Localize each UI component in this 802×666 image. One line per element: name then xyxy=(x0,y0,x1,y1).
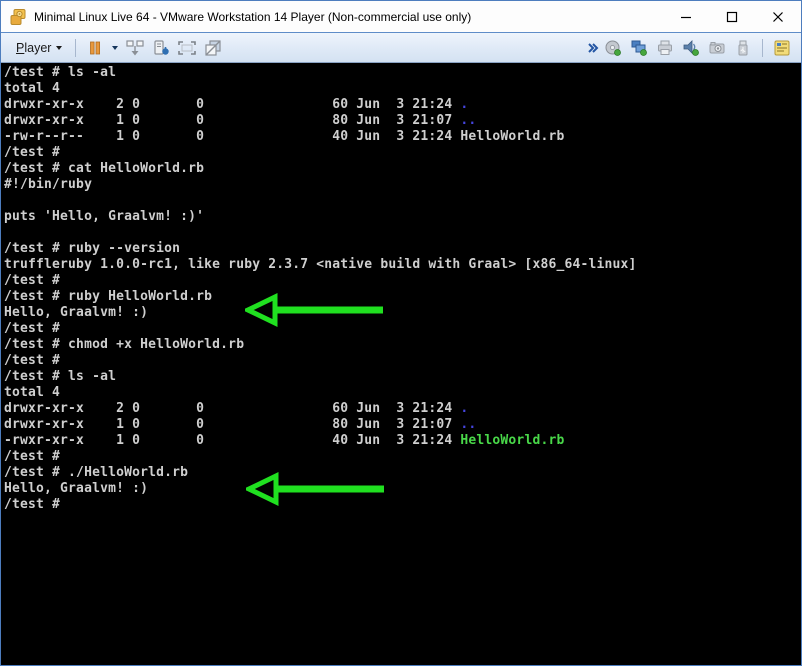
unity-mode-icon xyxy=(204,39,222,57)
fullscreen-icon xyxy=(177,40,197,56)
suspend-dropdown[interactable] xyxy=(108,36,122,60)
usb-icon xyxy=(734,39,752,57)
guest-console[interactable]: /test # ls -altotal 4drwxr-xr-x 2 0 0 60… xyxy=(1,63,801,665)
terminal-line: /test # xyxy=(4,497,801,513)
vmware-player-icon xyxy=(9,8,27,26)
vmware-player-window: Minimal Linux Live 64 - VMware Workstati… xyxy=(0,0,802,666)
network-display-device-button[interactable] xyxy=(626,36,652,60)
usb-device-button[interactable] xyxy=(730,36,756,60)
minimize-button[interactable] xyxy=(663,1,709,32)
terminal-line: drwxr-xr-x 1 0 0 80 Jun 3 21:07 .. xyxy=(4,417,801,433)
terminal-line: /test # xyxy=(4,449,801,465)
maximize-button[interactable] xyxy=(709,1,755,32)
toolbar-separator xyxy=(762,39,763,57)
terminal-line: /test # ruby HelloWorld.rb xyxy=(4,289,801,305)
terminal-line: drwxr-xr-x 2 0 0 60 Jun 3 21:24 . xyxy=(4,401,801,417)
maximize-icon xyxy=(726,11,738,23)
terminal-line: /test # xyxy=(4,273,801,289)
player-menu[interactable]: Player xyxy=(9,38,69,58)
cd-dvd-icon xyxy=(604,39,622,57)
terminal-line: Hello, Graalvm! :) xyxy=(4,481,801,497)
send-ctrl-alt-del-icon xyxy=(125,39,145,57)
terminal-line: /test # cat HelloWorld.rb xyxy=(4,161,801,177)
sound-device-button[interactable] xyxy=(678,36,704,60)
suspend-pause-icon xyxy=(87,40,103,56)
library-panel-icon xyxy=(773,39,791,57)
expand-chevrons-icon xyxy=(587,42,599,54)
sound-icon xyxy=(682,39,700,57)
send-ctrl-alt-del-button[interactable] xyxy=(122,36,148,60)
terminal-line: /test # ls -al xyxy=(4,369,801,385)
close-icon xyxy=(772,11,784,23)
terminal-line: /test # chmod +x HelloWorld.rb xyxy=(4,337,801,353)
terminal-line: drwxr-xr-x 1 0 0 80 Jun 3 21:07 .. xyxy=(4,113,801,129)
printer-device-button[interactable] xyxy=(652,36,678,60)
terminal-line: /test # ruby --version xyxy=(4,241,801,257)
player-menu-label: Player xyxy=(16,41,51,55)
terminal-line xyxy=(4,225,801,241)
unity-mode-button[interactable] xyxy=(200,36,226,60)
cd-dvd-device-button[interactable] xyxy=(600,36,626,60)
terminal-line: truffleruby 1.0.0-rc1, like ruby 2.3.7 <… xyxy=(4,257,801,273)
fullscreen-button[interactable] xyxy=(174,36,200,60)
manage-devices-button[interactable] xyxy=(148,36,174,60)
toolbar-right-group xyxy=(586,36,795,60)
window-title: Minimal Linux Live 64 - VMware Workstati… xyxy=(34,10,663,24)
titlebar[interactable]: Minimal Linux Live 64 - VMware Workstati… xyxy=(1,1,801,32)
library-panel-button[interactable] xyxy=(769,36,795,60)
terminal-line: #!/bin/ruby xyxy=(4,177,801,193)
suspend-button[interactable] xyxy=(82,36,108,60)
terminal-line: total 4 xyxy=(4,81,801,97)
webcam-icon xyxy=(708,39,726,57)
terminal-line: /test # ./HelloWorld.rb xyxy=(4,465,801,481)
printer-icon xyxy=(656,39,674,57)
terminal-line: /test # ls -al xyxy=(4,65,801,81)
terminal-line: /test # xyxy=(4,353,801,369)
manage-devices-icon xyxy=(152,39,170,57)
terminal-line: drwxr-xr-x 2 0 0 60 Jun 3 21:24 . xyxy=(4,97,801,113)
terminal-line: -rwxr-xr-x 1 0 0 40 Jun 3 21:24 HelloWor… xyxy=(4,433,801,449)
terminal-line: total 4 xyxy=(4,385,801,401)
suspend-dropdown-caret xyxy=(112,46,118,50)
terminal-line: /test # xyxy=(4,321,801,337)
terminal-line: Hello, Graalvm! :) xyxy=(4,305,801,321)
toolbar-separator xyxy=(75,39,76,57)
minimize-icon xyxy=(680,11,692,23)
terminal-line xyxy=(4,193,801,209)
network-display-icon xyxy=(630,39,648,57)
terminal-line: -rw-r--r-- 1 0 0 40 Jun 3 21:24 HelloWor… xyxy=(4,129,801,145)
toolbar: Player xyxy=(1,32,801,63)
caption-buttons xyxy=(663,1,801,32)
close-button[interactable] xyxy=(755,1,801,32)
terminal-line: puts 'Hello, Graalvm! :)' xyxy=(4,209,801,225)
terminal-output: /test # ls -altotal 4drwxr-xr-x 2 0 0 60… xyxy=(4,65,801,513)
chevron-down-icon xyxy=(56,46,62,50)
expand-toolbar-button[interactable] xyxy=(586,36,600,60)
terminal-line: /test # xyxy=(4,145,801,161)
webcam-device-button[interactable] xyxy=(704,36,730,60)
